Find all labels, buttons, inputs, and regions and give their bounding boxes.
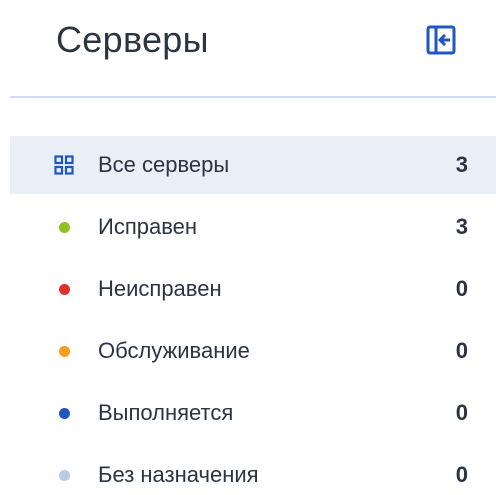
- page-title: Серверы: [56, 19, 209, 60]
- filter-label: Исправен: [98, 214, 198, 239]
- filter-count: 3: [455, 214, 468, 239]
- status-dot-icon: [54, 279, 74, 299]
- filter-label: Без назначения: [98, 462, 259, 487]
- status-dot-icon: [54, 217, 74, 237]
- header-divider: [10, 96, 496, 98]
- servers-sidebar: Серверы Все серверы 3 Исправен 3 Неиспра…: [0, 0, 496, 495]
- filter-unassigned[interactable]: Без назначения 0: [10, 446, 496, 495]
- filter-count: 0: [455, 338, 468, 363]
- grid-icon: [54, 155, 74, 175]
- filter-count: 0: [455, 276, 468, 301]
- filter-count: 0: [455, 400, 468, 425]
- filter-faulty[interactable]: Неисправен 0: [10, 260, 496, 318]
- filter-label: Выполняется: [98, 400, 234, 425]
- filter-maintenance[interactable]: Обслуживание 0: [10, 322, 496, 380]
- status-dot-icon: [54, 403, 74, 423]
- filter-label: Все серверы: [98, 152, 230, 177]
- sidebar-header: Серверы: [0, 0, 496, 96]
- filter-count: 0: [455, 462, 468, 487]
- filter-all-servers[interactable]: Все серверы 3: [10, 136, 496, 194]
- collapse-sidebar-button[interactable]: [426, 25, 456, 55]
- filter-healthy[interactable]: Исправен 3: [10, 198, 496, 256]
- filter-label: Обслуживание: [98, 338, 250, 363]
- filter-count: 3: [455, 152, 468, 177]
- filter-label: Неисправен: [98, 276, 222, 301]
- server-filter-list: Все серверы 3 Исправен 3 Неисправен 0 Об…: [10, 136, 496, 495]
- status-dot-icon: [54, 465, 74, 485]
- collapse-sidebar-icon: [426, 25, 456, 55]
- status-dot-icon: [54, 341, 74, 361]
- filter-in-progress[interactable]: Выполняется 0: [10, 384, 496, 442]
